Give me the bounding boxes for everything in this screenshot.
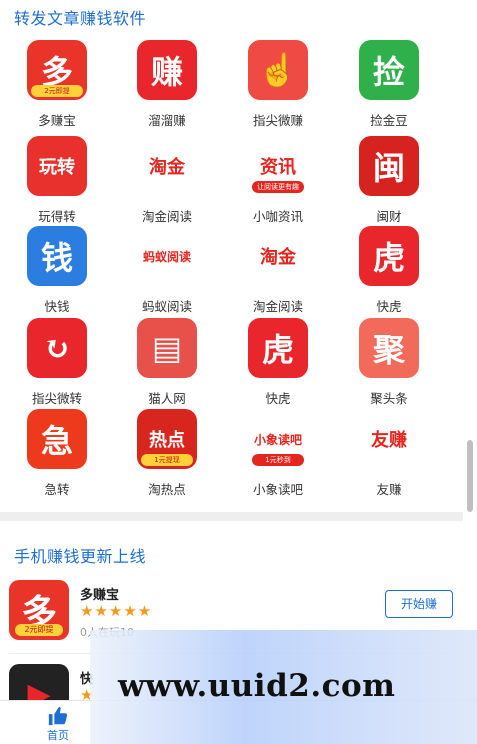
section-divider bbox=[0, 512, 463, 521]
kuaihu-icon: 虎 bbox=[359, 226, 419, 286]
app-label: 指尖微赚 bbox=[252, 113, 303, 128]
app-tile[interactable]: 小象读吧 1元秒到 小象读吧 bbox=[221, 407, 331, 507]
xiaoxiangduba-icon: 小象读吧 1元秒到 bbox=[248, 409, 308, 469]
app-label: 小象读吧 bbox=[252, 482, 303, 497]
mincai-icon: 闽 bbox=[359, 136, 419, 196]
app-label: 快虎 bbox=[376, 299, 402, 314]
app-tile[interactable]: 赚溜溜赚 bbox=[110, 38, 220, 138]
app-name: 多赚宝 bbox=[80, 588, 120, 603]
icon-glyph: 虎 bbox=[261, 331, 294, 369]
icon-glyph: 赚 bbox=[150, 53, 183, 91]
app-tile[interactable]: 急急转 bbox=[0, 407, 110, 507]
kuaiqian-icon: 钱 bbox=[27, 226, 87, 286]
app-label: 小咖资讯 bbox=[252, 209, 303, 224]
app-label: 淘热点 bbox=[148, 482, 186, 497]
liuliuzhuan-icon: 赚 bbox=[137, 40, 197, 100]
icon-glyph: ↻ bbox=[43, 329, 71, 367]
icon-glyph: ☝ bbox=[258, 51, 298, 89]
mayiyuedu-icon: 蚂蚁阅读 bbox=[137, 226, 197, 286]
zhijianweizhuan2-icon: ↻ bbox=[27, 318, 87, 378]
maorenwang-icon: ▤ bbox=[137, 318, 197, 378]
app-tile[interactable]: 钱快钱 bbox=[0, 224, 110, 324]
icon-badge: 1元秒到 bbox=[252, 454, 304, 466]
icon-glyph: 虎 bbox=[372, 239, 405, 277]
app-label: 指尖微转 bbox=[31, 391, 82, 406]
tab-home[interactable]: 首页 bbox=[36, 703, 80, 743]
rating-stars: ★★★★★ bbox=[80, 602, 153, 620]
app-tile[interactable]: 热点 1元提现淘热点 bbox=[110, 407, 220, 507]
youzhuan-icon: 友赚 bbox=[359, 409, 419, 469]
app-tile[interactable]: 虎快虎 bbox=[332, 224, 442, 324]
icon-glyph: 玩转 bbox=[39, 157, 75, 178]
duozhuanbao-icon: 多 2元即提 bbox=[27, 40, 87, 100]
app-tile[interactable]: 多 2元即提多赚宝 bbox=[0, 38, 110, 138]
app-label: 溜溜赚 bbox=[148, 113, 186, 128]
app-tile[interactable]: ↻ 指尖微转 bbox=[0, 316, 110, 416]
start-earning-button[interactable]: 开始赚 bbox=[385, 590, 453, 618]
jizhuan-icon: 急 bbox=[27, 409, 87, 469]
app-screen: { "section1": { "title": "转发文章赚钱软件", "ap… bbox=[0, 0, 477, 744]
app-label: 淘金阅读 bbox=[141, 209, 192, 224]
app-tile[interactable]: 资讯让阅读更有趣 小咖资讯 bbox=[221, 134, 331, 234]
icon-glyph: 捡 bbox=[372, 53, 405, 91]
app-tile[interactable]: 闽闽财 bbox=[332, 134, 442, 234]
section-title-new-apps: 手机赚钱更新上线 bbox=[14, 547, 147, 566]
icon-badge: 让阅读更有趣 bbox=[252, 181, 304, 193]
icon-glyph: 淘金 bbox=[149, 157, 185, 178]
app-tile[interactable]: ▤ 猫人网 bbox=[110, 316, 220, 416]
icon-glyph: 友赚 bbox=[371, 430, 407, 451]
taoredian-icon: 热点 1元提现 bbox=[137, 409, 197, 469]
icon-glyph: 急 bbox=[40, 422, 73, 460]
app-tile[interactable]: 捡捡金豆 bbox=[332, 38, 442, 138]
app-label: 多赚宝 bbox=[38, 113, 76, 128]
xiaokazixun-icon: 资讯 让阅读更有趣 bbox=[248, 136, 308, 196]
scrollbar-thumb[interactable] bbox=[467, 440, 473, 512]
icon-glyph: 闽 bbox=[372, 149, 405, 187]
app-tile[interactable]: 虎快虎 bbox=[221, 316, 331, 416]
app-label: 捡金豆 bbox=[370, 113, 408, 128]
app-label: 快虎 bbox=[265, 391, 291, 406]
duozhuanbao-icon: 多 2元即提 bbox=[9, 580, 69, 640]
app-label: 玩得转 bbox=[38, 209, 76, 224]
app-tile[interactable]: 淘金 淘金阅读 bbox=[110, 134, 220, 234]
jutoutiao-icon: 聚 bbox=[359, 318, 419, 378]
app-tile[interactable]: 玩转 玩得转 bbox=[0, 134, 110, 234]
jianjindou-icon: 捡 bbox=[359, 40, 419, 100]
app-tile[interactable]: 蚂蚁阅读 蚂蚁阅读 bbox=[110, 224, 220, 324]
icon-glyph: 热点 bbox=[149, 430, 185, 451]
app-label: 猫人网 bbox=[148, 391, 186, 406]
wandezhuan-icon: 玩转 bbox=[27, 136, 87, 196]
icon-badge: 2元即提 bbox=[31, 85, 83, 97]
taojinyuedu-icon: 淘金 bbox=[248, 226, 308, 286]
app-label: 聚头条 bbox=[370, 391, 408, 406]
icon-glyph: 钱 bbox=[40, 239, 73, 277]
kuaihu-icon: 虎 bbox=[248, 318, 308, 378]
zhijianweizhuan-icon: ☝ bbox=[248, 40, 308, 100]
icon-glyph: 聚 bbox=[372, 331, 405, 369]
tab-home-label: 首页 bbox=[47, 729, 69, 742]
icon-badge: 1元提现 bbox=[141, 454, 193, 466]
thumbs-up-icon bbox=[48, 706, 68, 726]
app-label: 急转 bbox=[44, 482, 70, 497]
app-tile[interactable]: ☝ 指尖微赚 bbox=[221, 38, 331, 138]
icon-glyph: ▤ bbox=[151, 329, 183, 367]
app-label: 友赚 bbox=[376, 482, 402, 497]
app-label: 淘金阅读 bbox=[252, 299, 303, 314]
watermark-text: www.uuid2.com bbox=[118, 668, 396, 704]
section-title-share-apps: 转发文章赚钱软件 bbox=[14, 9, 147, 28]
icon-glyph: 蚂蚁阅读 bbox=[142, 249, 191, 264]
app-tile[interactable]: 淘金 淘金阅读 bbox=[221, 224, 331, 324]
app-tile[interactable]: 聚聚头条 bbox=[332, 316, 442, 416]
app-label: 快钱 bbox=[44, 299, 70, 314]
app-label: 蚂蚁阅读 bbox=[141, 299, 192, 314]
icon-glyph: 小象读吧 bbox=[253, 432, 302, 447]
icon-glyph: 淘金 bbox=[260, 247, 296, 268]
app-label: 闽财 bbox=[376, 209, 402, 224]
taojinyuedu-icon: 淘金 bbox=[137, 136, 197, 196]
icon-badge: 2元即提 bbox=[15, 624, 63, 636]
app-tile[interactable]: 友赚 友赚 bbox=[332, 407, 442, 507]
icon-glyph: 资讯 bbox=[260, 157, 296, 178]
